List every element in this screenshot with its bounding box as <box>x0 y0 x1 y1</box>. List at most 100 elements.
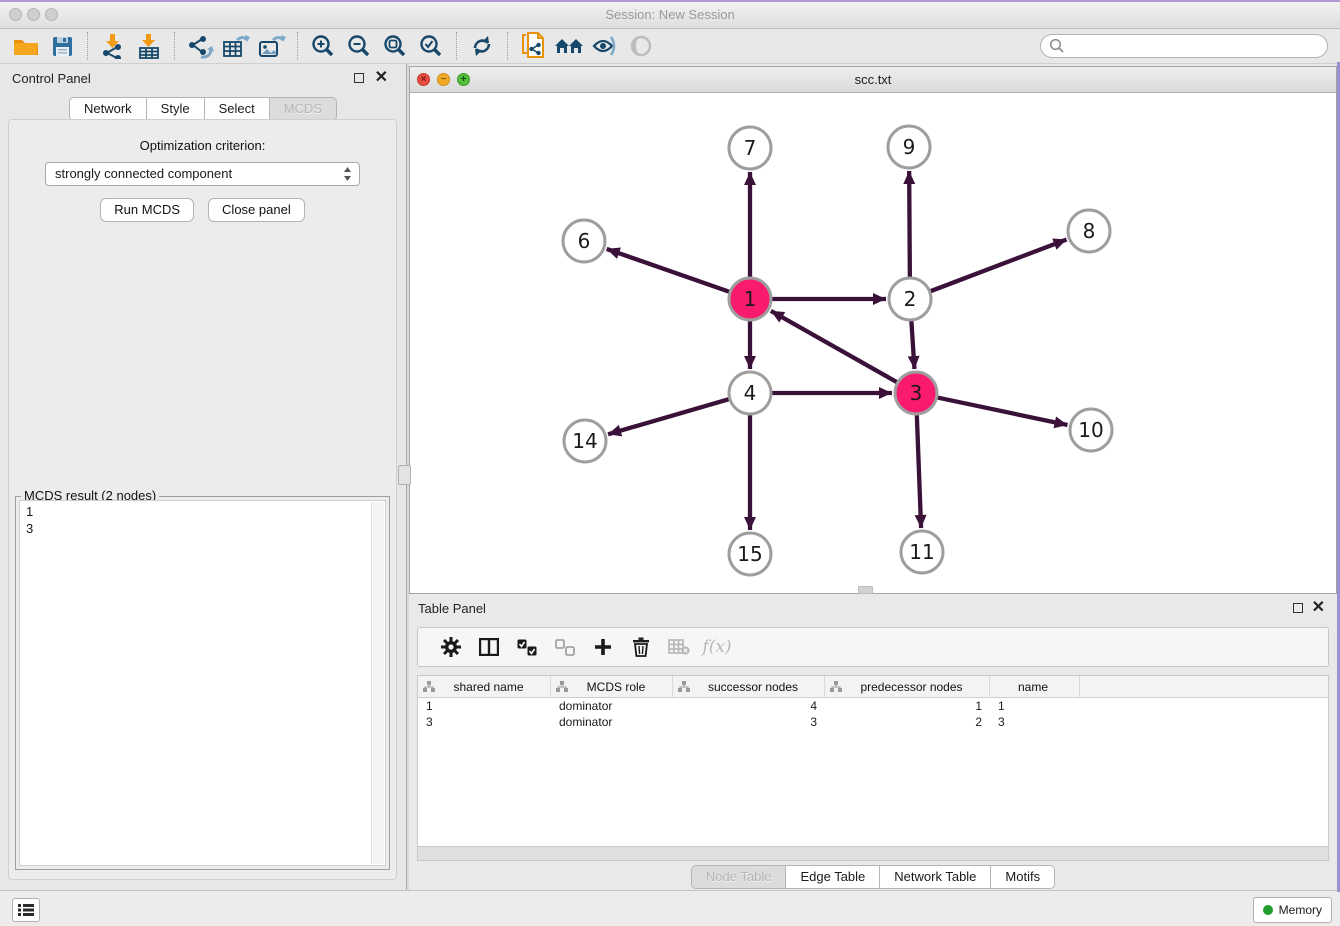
close-panel-icon[interactable]: ✕ <box>1312 598 1325 618</box>
tree-icon <box>830 681 842 692</box>
tree-icon <box>423 681 435 692</box>
close-panel-icon[interactable]: ✕ <box>375 68 388 88</box>
table-panel: Table Panel ✕ f(x) shared nameMCDS roles… <box>409 594 1337 892</box>
node-9[interactable]: 9 <box>888 126 930 168</box>
node-2[interactable]: 2 <box>889 278 931 320</box>
mcds-result-text[interactable]: 1 3 <box>19 500 386 866</box>
task-history-button[interactable] <box>12 898 40 922</box>
node-table[interactable]: shared nameMCDS rolesuccessor nodesprede… <box>417 675 1329 847</box>
add-icon[interactable] <box>584 632 622 662</box>
tab-network-table[interactable]: Network Table <box>880 865 991 889</box>
split-view-icon[interactable] <box>470 632 508 662</box>
edge-3-11[interactable] <box>917 415 921 528</box>
optimization-criterion-dropdown[interactable]: strongly connected component <box>45 162 360 186</box>
table-cell[interactable]: 1 <box>825 698 990 714</box>
tab-style[interactable]: Style <box>147 97 205 121</box>
horizontal-splitter-handle[interactable] <box>858 586 873 594</box>
column-header-name[interactable]: name <box>990 676 1080 697</box>
zoom-fit-icon[interactable] <box>377 31 413 61</box>
table-cell[interactable]: 3 <box>418 714 551 730</box>
edge-3-1[interactable] <box>771 311 897 382</box>
table-cell[interactable]: 4 <box>673 698 825 714</box>
toolbar-separator <box>507 32 508 60</box>
table-header-row: shared nameMCDS rolesuccessor nodesprede… <box>418 676 1328 698</box>
float-panel-icon[interactable] <box>354 73 364 83</box>
table-row[interactable]: 1dominator411 <box>418 698 1328 714</box>
svg-text:3: 3 <box>910 381 923 405</box>
node-14[interactable]: 14 <box>564 420 606 462</box>
zoom-selected-icon[interactable] <box>413 31 449 61</box>
import-network-icon[interactable] <box>95 31 131 61</box>
svg-text:1: 1 <box>744 287 757 311</box>
node-7[interactable]: 7 <box>729 127 771 169</box>
show-hide-graphics-icon[interactable] <box>587 31 623 61</box>
tree-icon <box>556 681 568 692</box>
svg-text:9: 9 <box>903 135 916 159</box>
gear-icon[interactable] <box>432 632 470 662</box>
network-canvas[interactable]: 7 9 6 8 1 2 4 3 14 10 15 11 <box>410 92 1336 593</box>
save-session-icon[interactable] <box>44 31 80 61</box>
export-network-icon[interactable] <box>182 31 218 61</box>
node-3[interactable]: 3 <box>895 372 937 414</box>
svg-text:10: 10 <box>1078 418 1103 442</box>
search-icon <box>1049 38 1065 54</box>
run-mcds-button[interactable]: Run MCDS <box>100 198 194 222</box>
tab-edge-table[interactable]: Edge Table <box>786 865 880 889</box>
tab-motifs[interactable]: Motifs <box>991 865 1055 889</box>
export-image-icon[interactable] <box>254 31 290 61</box>
open-session-icon[interactable] <box>8 31 44 61</box>
table-footer-shelf <box>417 847 1329 861</box>
column-header-shared-name[interactable]: shared name <box>418 676 551 697</box>
result-scrollbar[interactable] <box>371 502 384 864</box>
zoom-out-icon[interactable] <box>341 31 377 61</box>
import-table-icon[interactable] <box>131 31 167 61</box>
edge-1-6[interactable] <box>607 249 730 292</box>
table-cell[interactable]: 1 <box>418 698 551 714</box>
node-4[interactable]: 4 <box>729 372 771 414</box>
table-cell[interactable]: 2 <box>825 714 990 730</box>
tab-select[interactable]: Select <box>205 97 270 121</box>
column-header-successor-nodes[interactable]: successor nodes <box>673 676 825 697</box>
table-row[interactable]: 3dominator323 <box>418 714 1328 730</box>
edge-2-9[interactable] <box>909 171 910 277</box>
search-input[interactable] <box>1069 36 1327 56</box>
edge-2-8[interactable] <box>931 240 1067 292</box>
tab-mcds[interactable]: MCDS <box>270 97 337 121</box>
float-panel-icon[interactable] <box>1293 603 1303 613</box>
node-11[interactable]: 11 <box>901 531 943 573</box>
deselect-all-icon[interactable] <box>546 632 584 662</box>
vertical-splitter-handle[interactable] <box>398 465 411 485</box>
node-10[interactable]: 10 <box>1070 409 1112 451</box>
close-panel-button[interactable]: Close panel <box>208 198 305 222</box>
node-15[interactable]: 15 <box>729 533 771 575</box>
copy-network-icon[interactable] <box>515 31 551 61</box>
table-cell[interactable]: 1 <box>990 698 1080 714</box>
node-6[interactable]: 6 <box>563 220 605 262</box>
function-icon: f(x) <box>698 632 736 662</box>
table-cell[interactable]: 3 <box>673 714 825 730</box>
memory-button[interactable]: Memory <box>1253 897 1332 923</box>
table-cell[interactable]: 3 <box>990 714 1080 730</box>
edge-2-3[interactable] <box>911 321 914 369</box>
first-neighbors-icon[interactable] <box>551 31 587 61</box>
control-panel-title: Control Panel <box>12 64 91 94</box>
edge-4-14[interactable] <box>608 399 729 434</box>
tab-node-table[interactable]: Node Table <box>691 865 787 889</box>
zoom-in-icon[interactable] <box>305 31 341 61</box>
svg-text:8: 8 <box>1083 219 1096 243</box>
app-title-bar: Session: New Session <box>0 2 1340 29</box>
column-header-MCDS-role[interactable]: MCDS role <box>551 676 673 697</box>
node-1[interactable]: 1 <box>729 278 771 320</box>
table-toolbar: f(x) <box>417 627 1329 667</box>
node-8[interactable]: 8 <box>1068 210 1110 252</box>
trash-icon[interactable] <box>622 632 660 662</box>
apply-layout-icon[interactable] <box>464 31 500 61</box>
column-header-predecessor-nodes[interactable]: predecessor nodes <box>825 676 990 697</box>
tab-network[interactable]: Network <box>69 97 147 121</box>
export-table-icon[interactable] <box>218 31 254 61</box>
edge-3-10[interactable] <box>938 398 1068 425</box>
select-all-icon[interactable] <box>508 632 546 662</box>
table-cell[interactable]: dominator <box>551 698 673 714</box>
table-cell[interactable]: dominator <box>551 714 673 730</box>
search-box[interactable] <box>1040 34 1328 58</box>
